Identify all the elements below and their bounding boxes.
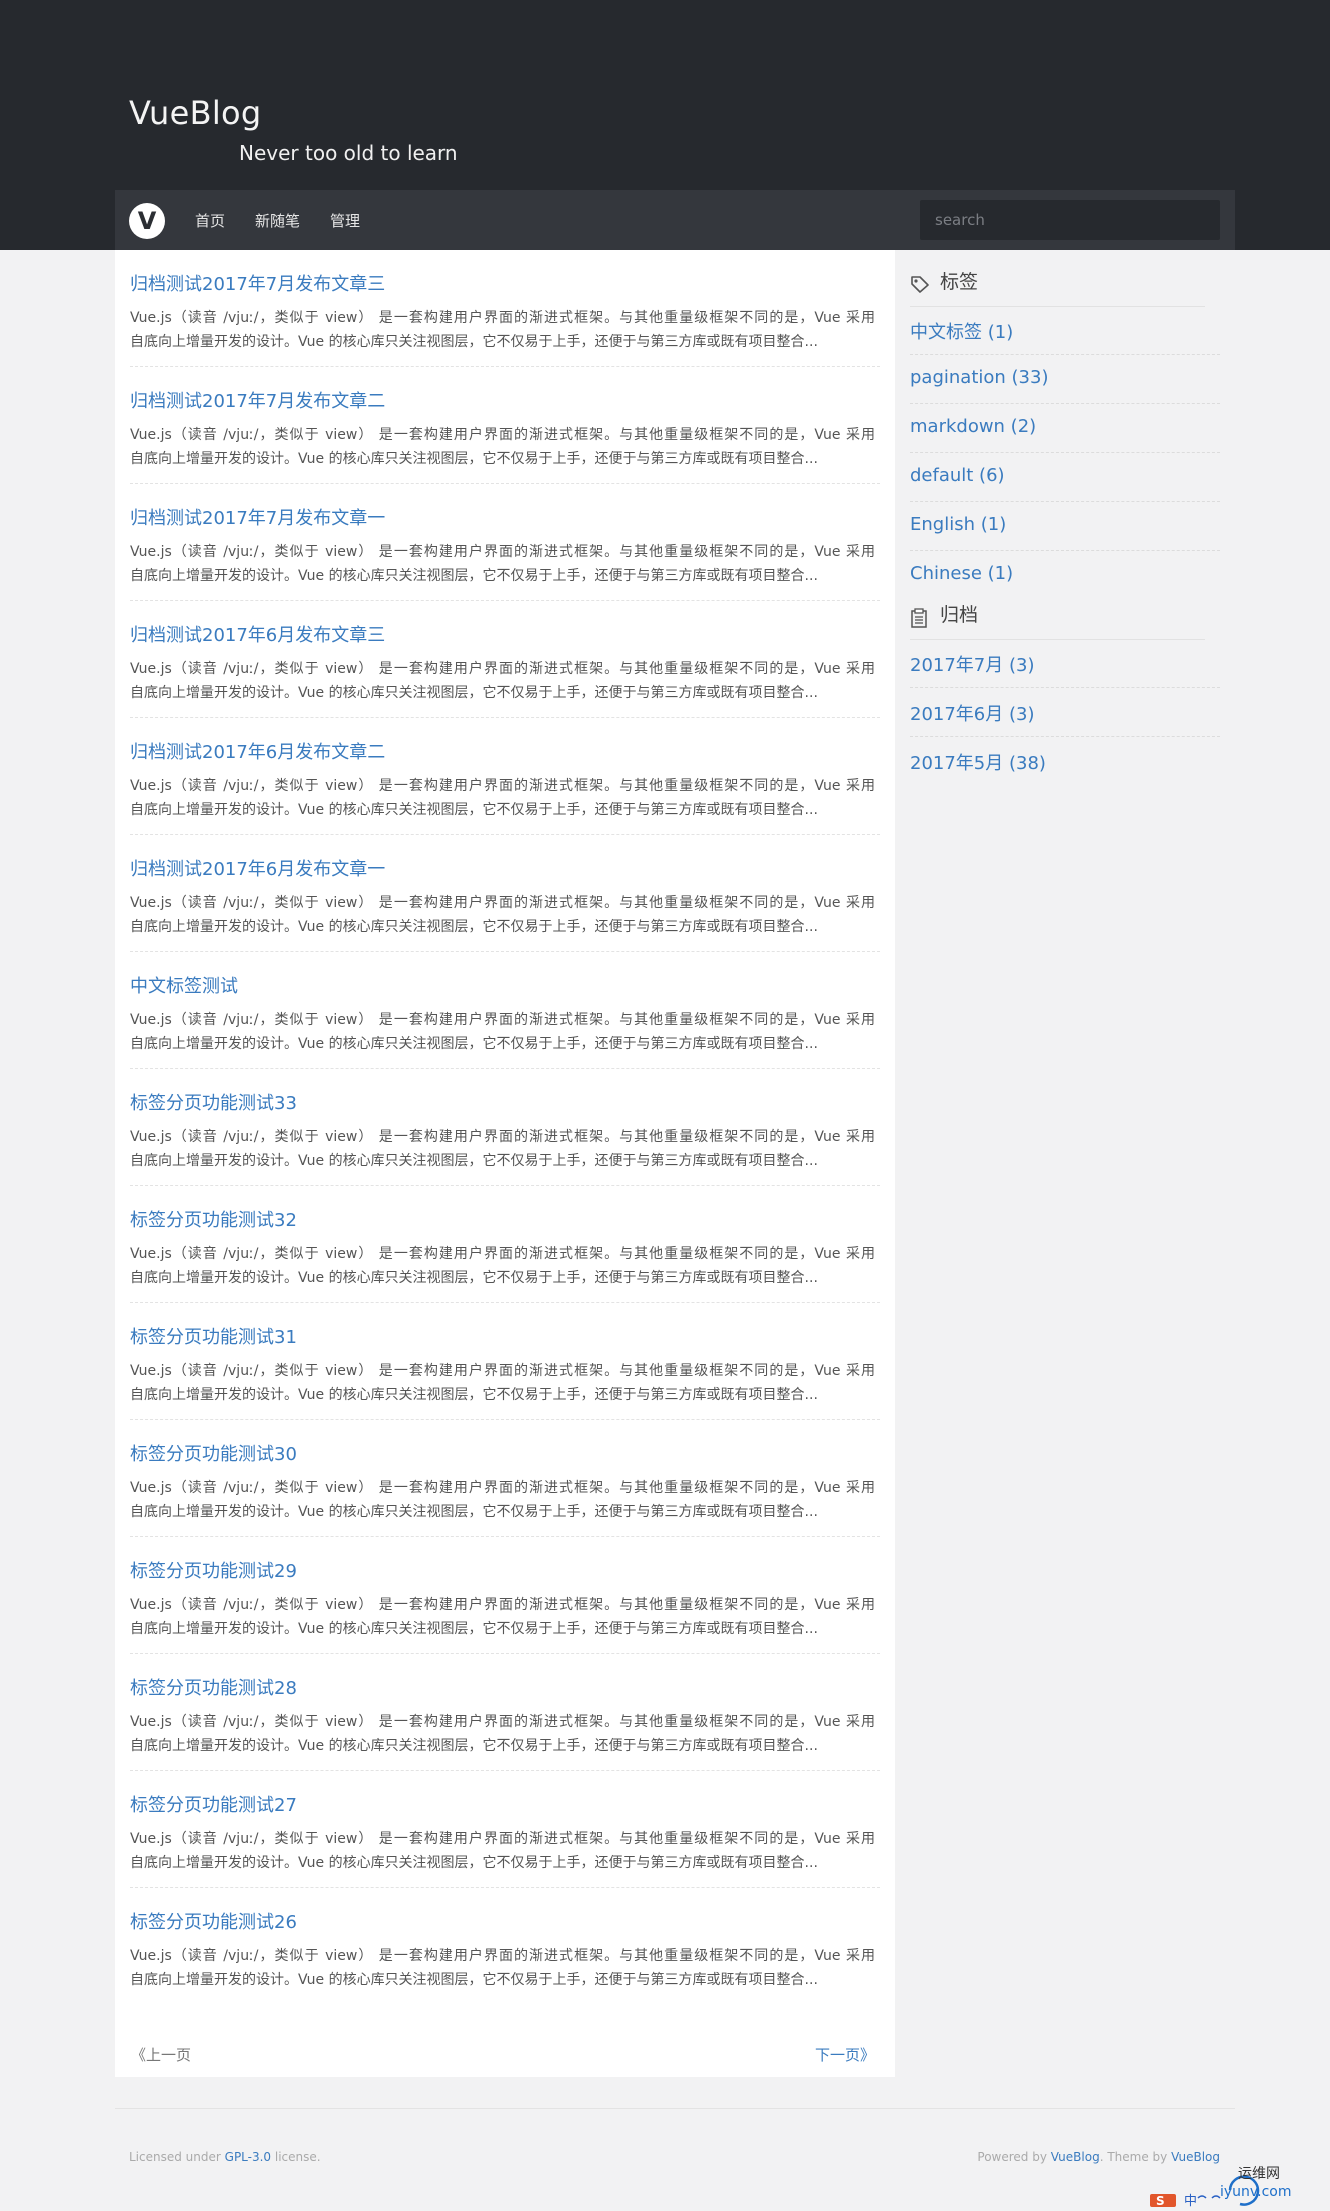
tag-link[interactable]: markdown (2) [910,404,1220,453]
post-item: 归档测试2017年7月发布文章一 Vue.js（读音 /vjuː/，类似于 vi… [130,484,880,601]
post-title[interactable]: 标签分页功能测试33 [130,1089,297,1115]
archive-icon [910,608,928,632]
post-item: 中文标签测试 Vue.js（读音 /vjuː/，类似于 view） 是一套构建用… [130,952,880,1069]
post-excerpt: Vue.js（读音 /vjuː/，类似于 view） 是一套构建用户界面的渐进式… [130,1831,875,1871]
site-title[interactable]: VueBlog [129,94,262,132]
post-item: 标签分页功能测试28 Vue.js（读音 /vjuː/，类似于 view） 是一… [130,1654,880,1771]
license-link[interactable]: GPL-3.0 [225,2150,271,2164]
post-item: 归档测试2017年6月发布文章三 Vue.js（读音 /vjuː/，类似于 vi… [130,601,880,718]
post-title[interactable]: 标签分页功能测试26 [130,1908,297,1934]
nav-item-new-post[interactable]: 新随笔 [255,210,300,231]
post-list: 归档测试2017年7月发布文章三 Vue.js（读音 /vjuː/，类似于 vi… [115,250,895,2077]
post-excerpt: Vue.js（读音 /vjuː/，类似于 view） 是一套构建用户界面的渐进式… [130,895,875,935]
powered-by-link[interactable]: VueBlog [1051,2150,1100,2164]
tags-widget-header: 标签 [910,267,1205,307]
nav-item-home[interactable]: 首页 [195,210,225,231]
post-item: 标签分页功能测试33 Vue.js（读音 /vjuː/，类似于 view） 是一… [130,1069,880,1186]
post-title[interactable]: 归档测试2017年7月发布文章三 [130,270,385,296]
tag-link[interactable]: pagination (33) [910,355,1220,404]
post-title[interactable]: 标签分页功能测试27 [130,1791,297,1817]
tags-title: 标签 [940,271,979,293]
post-title[interactable]: 标签分页功能测试30 [130,1440,297,1466]
post-item: 标签分页功能测试29 Vue.js（读音 /vjuː/，类似于 view） 是一… [130,1537,880,1654]
archive-link[interactable]: 2017年5月 (38) [910,737,1220,786]
post-title[interactable]: 标签分页功能测试28 [130,1674,297,1700]
sidebar: 标签 中文标签 (1) pagination (33) markdown (2)… [895,250,1235,2077]
license-notice: Licensed under GPL-3.0 license. [129,2150,321,2164]
post-item: 标签分页功能测试26 Vue.js（读音 /vjuː/，类似于 view） 是一… [130,1888,880,2005]
post-item: 标签分页功能测试27 Vue.js（读音 /vjuː/，类似于 view） 是一… [130,1771,880,1888]
next-page-link[interactable]: 下一页》 [815,2044,875,2065]
archive-link[interactable]: 2017年6月 (3) [910,688,1220,737]
post-excerpt: Vue.js（读音 /vjuː/，类似于 view） 是一套构建用户界面的渐进式… [130,1714,875,1754]
post-excerpt: Vue.js（读音 /vjuː/，类似于 view） 是一套构建用户界面的渐进式… [130,1597,875,1637]
archive-link[interactable]: 2017年7月 (3) [910,639,1220,688]
post-excerpt: Vue.js（读音 /vjuː/，类似于 view） 是一套构建用户界面的渐进式… [130,1948,875,1988]
post-item: 标签分页功能测试32 Vue.js（读音 /vjuː/，类似于 view） 是一… [130,1186,880,1303]
post-title[interactable]: 标签分页功能测试29 [130,1557,297,1583]
post-item: 归档测试2017年7月发布文章二 Vue.js（读音 /vjuː/，类似于 vi… [130,367,880,484]
post-title[interactable]: 归档测试2017年7月发布文章一 [130,504,385,530]
tag-link[interactable]: default (6) [910,453,1220,502]
archive-title: 归档 [940,604,979,626]
logo-icon[interactable]: V [129,203,165,239]
post-item: 标签分页功能测试31 Vue.js（读音 /vjuː/，类似于 view） 是一… [130,1303,880,1420]
site-subtitle: Never too old to learn [239,141,458,165]
watermark-overlay: S 中 运维网 iyunv.com [1150,2160,1330,2209]
svg-text:S: S [1156,2194,1165,2207]
prev-page-link[interactable]: 《上一页 [131,2044,191,2065]
post-excerpt: Vue.js（读音 /vjuː/，类似于 view） 是一套构建用户界面的渐进式… [130,1363,875,1403]
post-title[interactable]: 标签分页功能测试32 [130,1206,297,1232]
svg-text:iyunv.com: iyunv.com [1220,2184,1291,2200]
tag-icon [910,275,930,297]
nav-item-manage[interactable]: 管理 [330,210,360,231]
navbar: V 首页 新随笔 管理 [115,190,1235,250]
post-excerpt: Vue.js（读音 /vjuː/，类似于 view） 是一套构建用户界面的渐进式… [130,1129,875,1169]
post-title[interactable]: 归档测试2017年6月发布文章三 [130,621,385,647]
post-excerpt: Vue.js（读音 /vjuː/，类似于 view） 是一套构建用户界面的渐进式… [130,310,875,350]
post-excerpt: Vue.js（读音 /vjuː/，类似于 view） 是一套构建用户界面的渐进式… [130,661,875,701]
post-excerpt: Vue.js（读音 /vjuː/，类似于 view） 是一套构建用户界面的渐进式… [130,544,875,584]
post-excerpt: Vue.js（读音 /vjuː/，类似于 view） 是一套构建用户界面的渐进式… [130,1480,875,1520]
post-title[interactable]: 标签分页功能测试31 [130,1323,297,1349]
post-excerpt: Vue.js（读音 /vjuː/，类似于 view） 是一套构建用户界面的渐进式… [130,778,875,818]
search-input[interactable] [920,200,1220,240]
svg-text:运维网: 运维网 [1238,2166,1280,2182]
archive-widget-header: 归档 [910,600,1205,640]
post-excerpt: Vue.js（读音 /vjuː/，类似于 view） 是一套构建用户界面的渐进式… [130,1246,875,1286]
post-title[interactable]: 归档测试2017年6月发布文章一 [130,855,385,881]
svg-text:中: 中 [1184,2194,1197,2207]
tag-link[interactable]: English (1) [910,502,1220,551]
tag-link[interactable]: Chinese (1) [910,551,1220,600]
post-item: 归档测试2017年7月发布文章三 Vue.js（读音 /vjuː/，类似于 vi… [130,250,880,367]
post-title[interactable]: 归档测试2017年7月发布文章二 [130,387,385,413]
footer-divider [115,2108,1235,2109]
post-excerpt: Vue.js（读音 /vjuː/，类似于 view） 是一套构建用户界面的渐进式… [130,427,875,467]
post-excerpt: Vue.js（读音 /vjuː/，类似于 view） 是一套构建用户界面的渐进式… [130,1012,875,1052]
tag-link[interactable]: 中文标签 (1) [910,306,1220,355]
post-item: 标签分页功能测试30 Vue.js（读音 /vjuː/，类似于 view） 是一… [130,1420,880,1537]
post-title[interactable]: 中文标签测试 [130,972,238,998]
post-item: 归档测试2017年6月发布文章一 Vue.js（读音 /vjuː/，类似于 vi… [130,835,880,952]
post-item: 归档测试2017年6月发布文章二 Vue.js（读音 /vjuː/，类似于 vi… [130,718,880,835]
post-title[interactable]: 归档测试2017年6月发布文章二 [130,738,385,764]
